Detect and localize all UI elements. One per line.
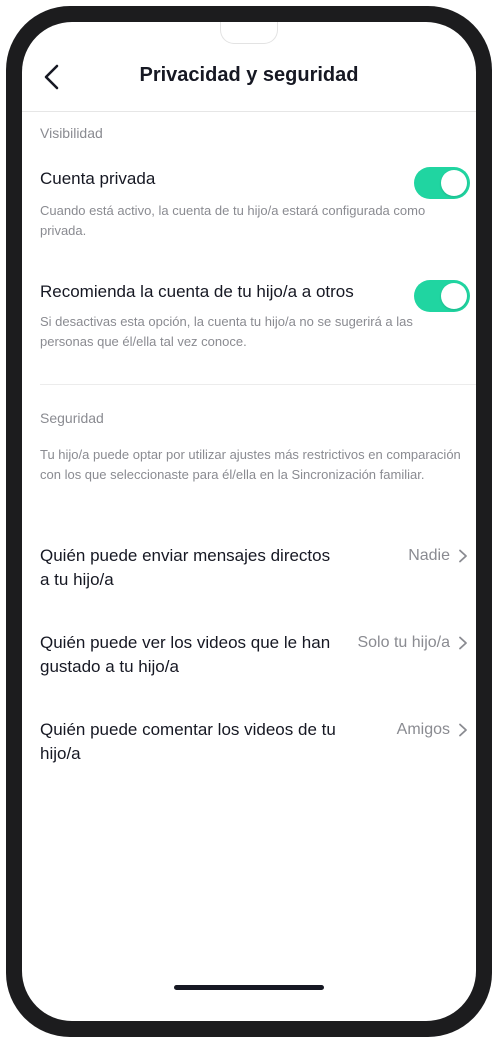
section-divider bbox=[40, 384, 476, 385]
section-label-security: Seguridad bbox=[40, 410, 104, 426]
home-indicator[interactable] bbox=[174, 985, 324, 990]
setting-value: Nadie bbox=[408, 547, 450, 564]
app-screen: Privacidad y seguridad Visibilidad Cuent… bbox=[22, 22, 476, 1021]
chevron-right-icon bbox=[459, 549, 467, 563]
recommend-account-toggle[interactable] bbox=[414, 280, 470, 312]
page-title: Privacidad y seguridad bbox=[139, 64, 359, 86]
section-label-visibility: Visibilidad bbox=[40, 125, 103, 141]
setting-label: Quién puede comentar los videos de tu hi… bbox=[40, 720, 336, 763]
toggle-knob bbox=[441, 170, 467, 196]
toggle-knob bbox=[441, 283, 467, 309]
recommend-account-description: Si desactivas esta opción, la cuenta tu … bbox=[40, 314, 413, 349]
chevron-right-icon bbox=[459, 723, 467, 737]
setting-row-direct-messages[interactable]: Quién puede enviar mensajes directos a t… bbox=[22, 544, 476, 604]
setting-value: Amigos bbox=[396, 721, 450, 738]
setting-value: Solo tu hijo/a bbox=[357, 634, 450, 651]
setting-row-liked-videos[interactable]: Quién puede ver los videos que le han gu… bbox=[22, 631, 476, 691]
private-account-toggle[interactable] bbox=[414, 167, 470, 199]
private-account-title: Cuenta privada bbox=[40, 169, 156, 188]
security-description: Tu hijo/a puede optar por utilizar ajust… bbox=[40, 447, 461, 482]
setting-row-comments[interactable]: Quién puede comentar los videos de tu hi… bbox=[22, 718, 476, 778]
recommend-account-title: Recomienda la cuenta de tu hijo/a a otro… bbox=[40, 282, 354, 301]
top-bar: Privacidad y seguridad bbox=[22, 42, 476, 112]
chevron-right-icon bbox=[459, 636, 467, 650]
phone-frame: Privacidad y seguridad Visibilidad Cuent… bbox=[6, 6, 492, 1037]
setting-label: Quién puede ver los videos que le han gu… bbox=[40, 633, 331, 676]
setting-label: Quién puede enviar mensajes directos a t… bbox=[40, 546, 331, 589]
private-account-description: Cuando está activo, la cuenta de tu hijo… bbox=[40, 203, 426, 238]
device-notch bbox=[220, 22, 278, 44]
